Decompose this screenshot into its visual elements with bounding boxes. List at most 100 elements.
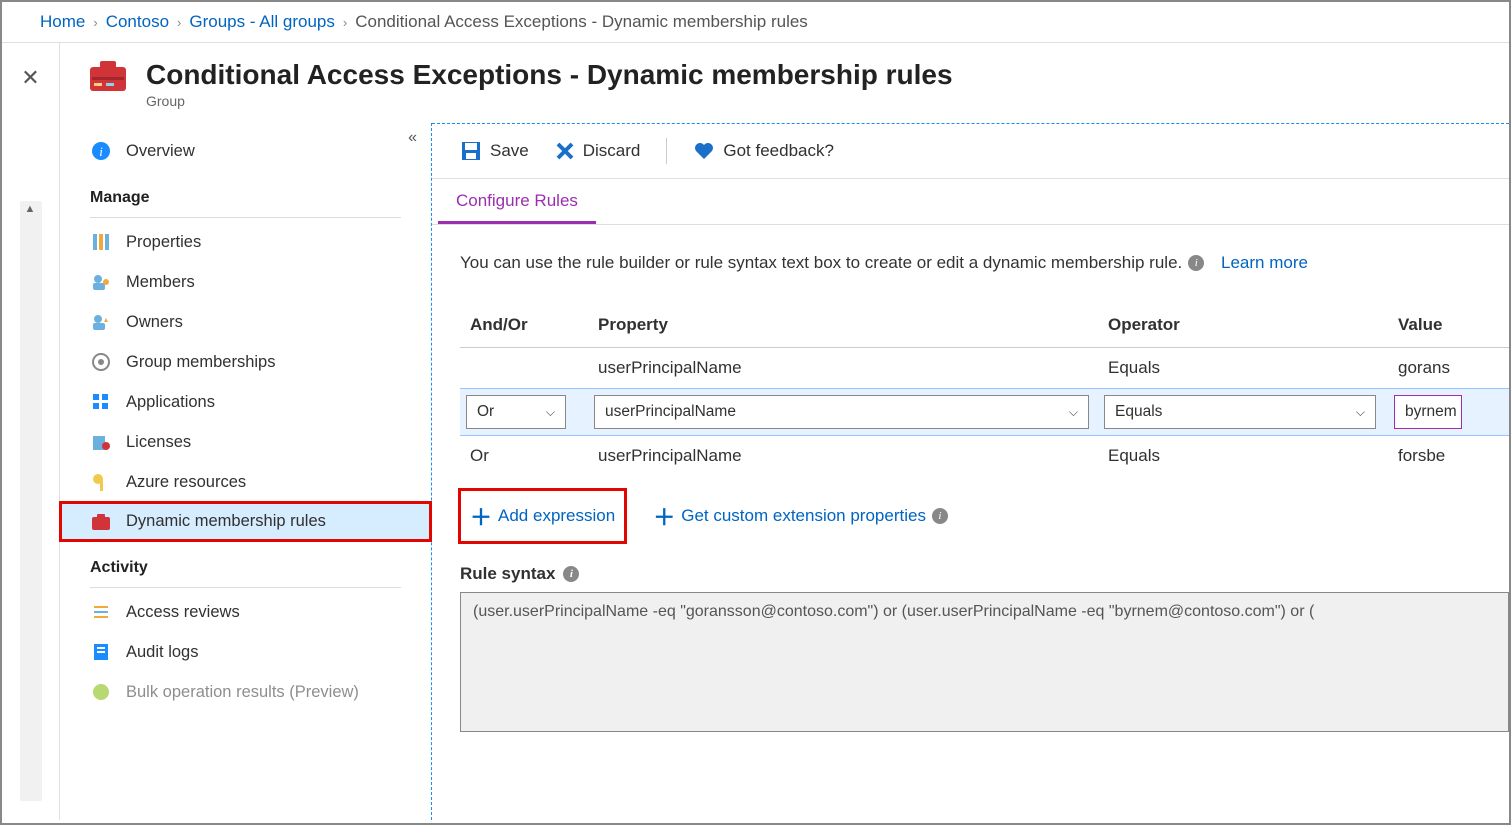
- dropdown-value: Equals: [1115, 403, 1162, 421]
- sidebar-item-label: Bulk operation results (Preview): [126, 683, 359, 702]
- sidebar-item-licenses[interactable]: Licenses: [60, 422, 431, 462]
- sidebar-item-label: Properties: [126, 233, 201, 252]
- sidebar-item-properties[interactable]: Properties: [60, 222, 431, 262]
- chevron-down-icon: ⌵: [1069, 405, 1078, 420]
- chevron-right-icon: ›: [177, 15, 181, 30]
- left-gutter: ✕ ▲: [2, 43, 60, 820]
- sidebar-item-overview[interactable]: i Overview: [60, 131, 431, 171]
- rule-row[interactable]: userPrincipalName Equals gorans: [460, 348, 1509, 389]
- input-value: byrnem: [1405, 403, 1457, 421]
- property-dropdown[interactable]: userPrincipalName ⌵: [594, 395, 1089, 429]
- sidebar-item-label: Group memberships: [126, 353, 275, 372]
- sidebar-item-bulk-operation-results[interactable]: Bulk operation results (Preview): [60, 672, 431, 712]
- scroll-up-icon[interactable]: ▲: [25, 203, 36, 215]
- page-title: Conditional Access Exceptions - Dynamic …: [146, 59, 953, 91]
- cell-property: userPrincipalName: [588, 436, 1098, 477]
- cell-andor: [460, 348, 588, 389]
- sidebar-item-members[interactable]: Members: [60, 262, 431, 302]
- breadcrumb-home[interactable]: Home: [40, 12, 85, 32]
- add-expression-button[interactable]: ＋ Add expression: [460, 490, 625, 542]
- cell-operator: Equals: [1098, 436, 1388, 477]
- owners-icon: [90, 312, 112, 332]
- sidebar-item-audit-logs[interactable]: Audit logs: [60, 632, 431, 672]
- plus-icon: ＋: [653, 500, 675, 532]
- collapse-icon[interactable]: «: [408, 129, 417, 147]
- checklist-icon: [90, 602, 112, 622]
- licenses-icon: [90, 432, 112, 452]
- value-input[interactable]: byrnem: [1394, 395, 1462, 429]
- discard-label: Discard: [583, 141, 641, 161]
- chevron-down-icon: ⌵: [546, 405, 555, 420]
- save-button[interactable]: Save: [460, 140, 529, 162]
- sidebar-item-label: Azure resources: [126, 473, 246, 492]
- get-custom-extension-button[interactable]: ＋ Get custom extension properties i: [643, 490, 958, 542]
- rule-row[interactable]: Or userPrincipalName Equals forsbe: [460, 436, 1509, 477]
- breadcrumb: Home › Contoso › Groups - All groups › C…: [2, 2, 1509, 43]
- cell-property: userPrincipalName: [588, 348, 1098, 389]
- page-header: Conditional Access Exceptions - Dynamic …: [60, 43, 1509, 123]
- bulk-icon: [90, 682, 112, 702]
- intro-text: You can use the rule builder or rule syn…: [460, 253, 1509, 273]
- sidebar-item-group-memberships[interactable]: Group memberships: [60, 342, 431, 382]
- rule-syntax-textbox[interactable]: (user.userPrincipalName -eq "goransson@c…: [460, 592, 1509, 732]
- discard-icon: [555, 141, 575, 161]
- sidebar-item-owners[interactable]: Owners: [60, 302, 431, 342]
- sidebar-item-label: Access reviews: [126, 603, 240, 622]
- heart-icon: [693, 141, 715, 161]
- apps-icon: [90, 392, 112, 412]
- divider: [90, 217, 401, 218]
- chevron-right-icon: ›: [343, 15, 347, 30]
- scrollbar[interactable]: ▲: [20, 201, 42, 801]
- gear-icon: [90, 352, 112, 372]
- save-icon: [460, 140, 482, 162]
- dropdown-value: Or: [477, 403, 494, 421]
- breadcrumb-groups[interactable]: Groups - All groups: [189, 12, 335, 32]
- sidebar-item-label: Applications: [126, 393, 215, 412]
- sidebar-section-activity: Activity: [60, 541, 431, 583]
- sidebar-item-azure-resources[interactable]: Azure resources: [60, 462, 431, 502]
- sidebar-item-label: Overview: [126, 142, 195, 161]
- briefcase-icon: [90, 513, 112, 531]
- cell-andor: Or: [460, 436, 588, 477]
- sidebar-section-manage: Manage: [60, 171, 431, 213]
- tab-row: Configure Rules: [432, 179, 1509, 225]
- chevron-right-icon: ›: [93, 15, 97, 30]
- get-custom-label: Get custom extension properties: [681, 506, 926, 526]
- sidebar-item-dynamic-membership-rules[interactable]: Dynamic membership rules: [60, 502, 431, 541]
- rule-row-selected[interactable]: Or ⌵ userPrincipalName ⌵: [460, 389, 1509, 436]
- learn-more-link[interactable]: Learn more: [1221, 253, 1308, 273]
- add-expression-label: Add expression: [498, 506, 615, 526]
- save-label: Save: [490, 141, 529, 161]
- sidebar-item-label: Members: [126, 273, 195, 292]
- close-icon[interactable]: ✕: [21, 65, 39, 91]
- breadcrumb-contoso[interactable]: Contoso: [106, 12, 169, 32]
- operator-dropdown[interactable]: Equals ⌵: [1104, 395, 1376, 429]
- col-header-property: Property: [588, 303, 1098, 348]
- sidebar-item-applications[interactable]: Applications: [60, 382, 431, 422]
- col-header-operator: Operator: [1098, 303, 1388, 348]
- cell-operator: Equals: [1098, 348, 1388, 389]
- intro-message: You can use the rule builder or rule syn…: [460, 253, 1182, 273]
- sidebar-item-label: Dynamic membership rules: [126, 512, 326, 531]
- discard-button[interactable]: Discard: [555, 141, 641, 161]
- andor-dropdown[interactable]: Or ⌵: [466, 395, 566, 429]
- sidebar-item-label: Audit logs: [126, 643, 198, 662]
- members-icon: [90, 272, 112, 292]
- info-icon[interactable]: i: [1188, 255, 1204, 271]
- feedback-label: Got feedback?: [723, 141, 834, 161]
- plus-icon: ＋: [470, 500, 492, 532]
- sidebar-item-label: Licenses: [126, 433, 191, 452]
- command-bar: Save Discard Got feedback?: [432, 124, 1509, 179]
- logs-icon: [90, 642, 112, 662]
- divider: [90, 587, 401, 588]
- info-icon[interactable]: i: [932, 508, 948, 524]
- cell-value: forsbe: [1388, 436, 1509, 477]
- col-header-value: Value: [1388, 303, 1509, 348]
- sidebar-item-access-reviews[interactable]: Access reviews: [60, 592, 431, 632]
- chevron-down-icon: ⌵: [1356, 405, 1365, 420]
- feedback-button[interactable]: Got feedback?: [693, 141, 834, 161]
- tab-configure-rules[interactable]: Configure Rules: [438, 179, 596, 224]
- dropdown-value: userPrincipalName: [605, 403, 736, 421]
- info-icon[interactable]: i: [563, 566, 579, 582]
- info-icon: i: [90, 141, 112, 161]
